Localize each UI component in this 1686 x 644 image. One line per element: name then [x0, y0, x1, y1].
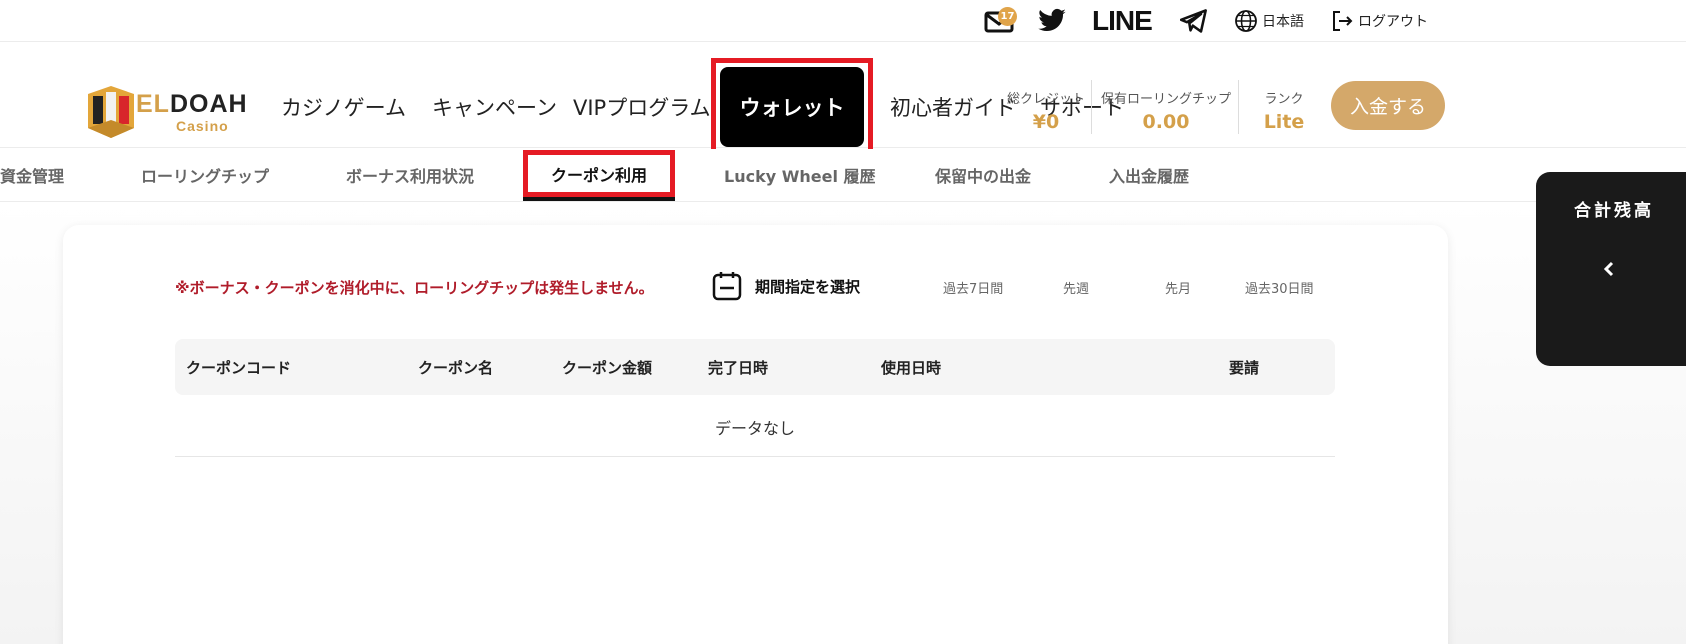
- filter-last-30-days[interactable]: 過去30日間: [1245, 278, 1314, 297]
- rolling-chips-value: 0.00: [1142, 111, 1190, 133]
- tab-rolling-chips[interactable]: ローリングチップ: [141, 163, 269, 187]
- globe-icon: [1235, 10, 1257, 32]
- active-tab-underline: [523, 197, 675, 201]
- logo-subtitle: Casino: [176, 118, 229, 134]
- logout-button[interactable]: ログアウト: [1330, 4, 1428, 38]
- mail-count-badge: 17: [998, 7, 1017, 26]
- logout-label: ログアウト: [1358, 14, 1428, 30]
- wallet-subtabs: 資金管理 ローリングチップ ボーナス利用状況 クーポン利用 Lucky Whee…: [0, 149, 1686, 202]
- period-selector[interactable]: 期間指定を選択: [711, 270, 860, 302]
- rank-label: ランク: [1264, 92, 1304, 107]
- logo-wordmark: ELDOAH: [136, 90, 248, 119]
- tab-transaction-history[interactable]: 入出金履歴: [1109, 163, 1189, 187]
- empty-table-message: データなし: [175, 399, 1335, 457]
- chevron-left-icon[interactable]: [1602, 260, 1616, 278]
- tab-fund-management[interactable]: 資金管理: [0, 163, 64, 187]
- total-balance-title: 合計残高: [1574, 201, 1654, 221]
- nav-campaigns[interactable]: キャンペーン: [432, 92, 557, 122]
- stat-divider: [1091, 80, 1092, 134]
- nav-beginners-guide[interactable]: 初心者ガイド: [890, 92, 1016, 122]
- col-coupon-code: クーポンコード: [186, 359, 292, 377]
- col-used-at: 使用日時: [881, 359, 942, 377]
- total-credit: 総クレジット ¥0: [1004, 88, 1088, 133]
- rank: ランク Lite: [1252, 88, 1316, 133]
- telegram-link[interactable]: [1180, 4, 1208, 38]
- rolling-chips-label: 保有ローリングチップ: [1100, 92, 1231, 107]
- logout-icon: [1333, 11, 1353, 31]
- total-credit-value: ¥0: [1032, 111, 1060, 133]
- logo-el: EL: [136, 90, 170, 118]
- col-coupon-amount: クーポン金額: [562, 359, 653, 377]
- logo-emblem-icon: [88, 86, 134, 138]
- stat-divider: [1238, 80, 1239, 134]
- col-request: 要請: [1229, 359, 1260, 377]
- table-header: クーポンコード クーポン名 クーポン金額 完了日時 使用日時 要請: [175, 339, 1335, 395]
- line-link[interactable]: LINE: [1092, 4, 1153, 38]
- filter-last-week[interactable]: 先週: [1063, 278, 1089, 297]
- language-selector[interactable]: 日本語: [1234, 4, 1304, 38]
- calendar-icon: [712, 272, 742, 301]
- twitter-icon: [1038, 8, 1066, 32]
- tab-pending-withdrawals[interactable]: 保留中の出金: [935, 163, 1031, 187]
- mail-button[interactable]: 17: [984, 4, 1017, 38]
- filter-last-7-days[interactable]: 過去7日間: [943, 278, 1003, 297]
- logo-doah: DOAH: [169, 90, 248, 118]
- total-credit-label: 総クレジット: [1006, 92, 1085, 107]
- top-utility-bar: 17 LINE 日本語 ログアウト: [0, 0, 1686, 42]
- col-coupon-name: クーポン名: [418, 359, 494, 377]
- nav-casino-games[interactable]: カジノゲーム: [281, 92, 406, 122]
- rolling-chips: 保有ローリングチップ 0.00: [1097, 88, 1235, 133]
- tab-lucky-wheel-history[interactable]: Lucky Wheel 履歴: [724, 163, 876, 187]
- deposit-button[interactable]: 入金する: [1331, 81, 1445, 130]
- tab-bonus-usage[interactable]: ボーナス利用状況: [346, 163, 474, 187]
- rolling-chip-warning: ※ボーナス・クーポンを消化中に、ローリングチップは発生しません。: [175, 279, 654, 297]
- nav-wallet[interactable]: ウォレット: [720, 67, 864, 147]
- col-completed-at: 完了日時: [708, 359, 769, 377]
- site-logo[interactable]: ELDOAH Casino: [84, 44, 247, 144]
- coupon-usage-card: ※ボーナス・クーポンを消化中に、ローリングチップは発生しません。 期間指定を選択…: [63, 225, 1448, 644]
- telegram-icon: [1180, 9, 1207, 33]
- tab-coupon-usage[interactable]: クーポン利用: [533, 158, 665, 189]
- total-balance-panel[interactable]: 合計残高: [1536, 172, 1686, 366]
- period-selector-label: 期間指定を選択: [755, 277, 861, 296]
- nav-vip-program[interactable]: VIPプログラム: [573, 92, 711, 122]
- rank-value: Lite: [1263, 111, 1305, 133]
- language-label: 日本語: [1262, 14, 1304, 30]
- filter-last-month[interactable]: 先月: [1165, 278, 1191, 297]
- twitter-link[interactable]: [1037, 4, 1067, 38]
